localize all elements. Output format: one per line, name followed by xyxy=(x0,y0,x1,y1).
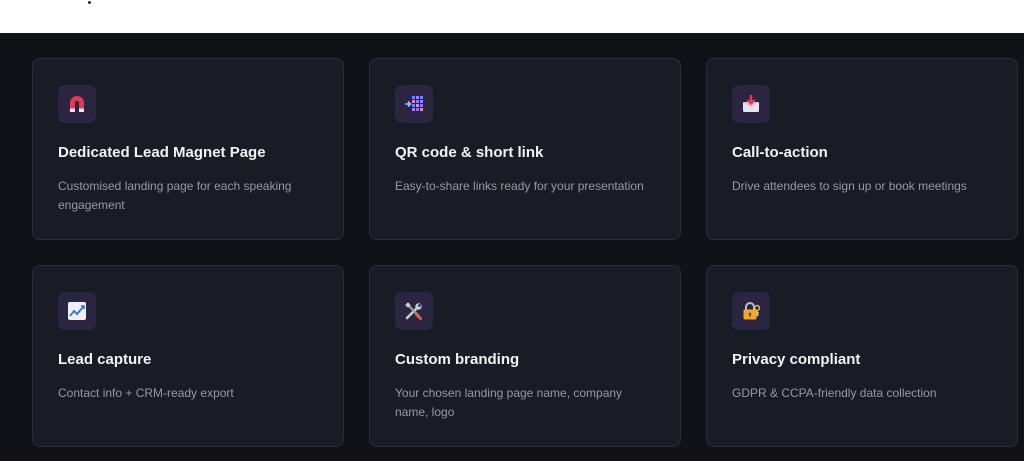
feature-title: QR code & short link xyxy=(395,144,544,161)
feature-description: Customised landing page for each speakin… xyxy=(58,179,292,212)
feature-card-lead-capture: Lead capture Contact info + CRM-ready ex… xyxy=(32,265,344,447)
feature-title: Custom branding xyxy=(395,351,520,368)
feature-description: Your chosen landing page name, company n… xyxy=(395,386,623,419)
tools-icon xyxy=(395,292,433,330)
magnet-icon xyxy=(58,85,96,123)
inbox-tray-icon xyxy=(732,85,770,123)
feature-title: Lead capture xyxy=(58,351,152,368)
feature-description: Drive attendees to sign up or book meeti… xyxy=(732,179,967,193)
feature-description: Easy-to-share links ready for your prese… xyxy=(395,179,644,193)
feature-description: GDPR & CCPA-friendly data collection xyxy=(732,386,937,400)
feature-card-custom-branding: Custom branding Your chosen landing page… xyxy=(369,265,681,447)
feature-card-privacy-compliant: Privacy compliant GDPR & CCPA-friendly d… xyxy=(706,265,1018,447)
feature-description: Contact info + CRM-ready export xyxy=(58,386,234,400)
qr-code-icon xyxy=(395,85,433,123)
feature-title: Privacy compliant xyxy=(732,351,861,368)
top-strip xyxy=(0,0,1024,33)
feature-card-qr-code: QR code & short link Easy-to-share links… xyxy=(369,58,681,240)
features-section: Dedicated Lead Magnet Page Customised la… xyxy=(0,33,1024,461)
chart-increasing-icon xyxy=(58,292,96,330)
lock-with-key-icon xyxy=(732,292,770,330)
feature-card-lead-magnet-page: Dedicated Lead Magnet Page Customised la… xyxy=(32,58,344,240)
feature-title: Call-to-action xyxy=(732,144,828,161)
feature-title: Dedicated Lead Magnet Page xyxy=(58,144,266,161)
feature-card-call-to-action: Call-to-action Drive attendees to sign u… xyxy=(706,58,1018,240)
dot-marker xyxy=(88,1,91,4)
